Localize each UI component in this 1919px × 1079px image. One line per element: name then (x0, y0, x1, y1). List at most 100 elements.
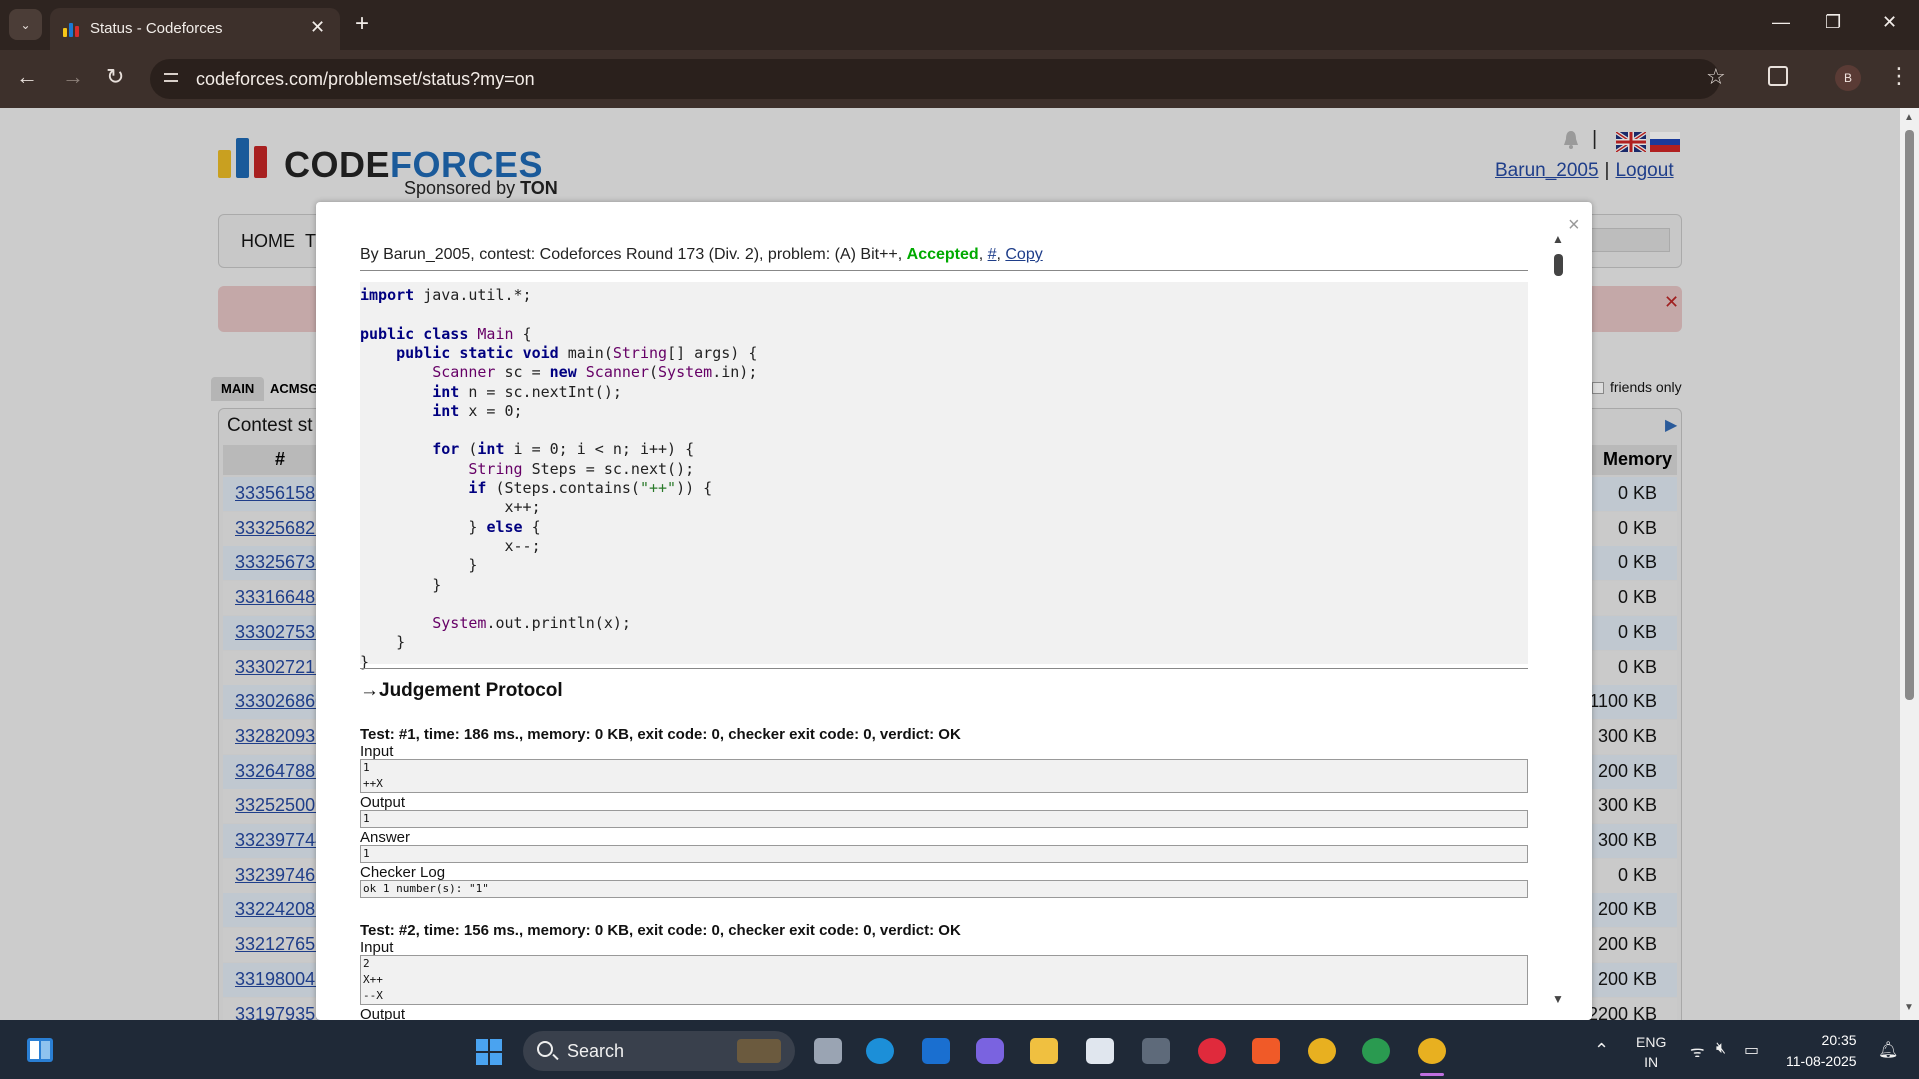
browser-menu-icon[interactable]: ⋮ (1888, 63, 1910, 89)
page-scroll-thumb[interactable] (1905, 130, 1914, 700)
test-1-input[interactable]: 1 ++X (360, 759, 1528, 793)
submission-id-link[interactable]: 331979359 (235, 1004, 325, 1021)
modal-close-icon[interactable]: × (1568, 214, 1580, 237)
restore-button[interactable]: ❐ (1825, 12, 1841, 33)
russian-flag-icon[interactable] (1650, 132, 1680, 152)
submission-id-link[interactable]: 332525009 (235, 795, 325, 816)
edge-browser-icon[interactable] (866, 1038, 894, 1064)
hash-link[interactable]: # (988, 246, 997, 263)
submission-id-link[interactable]: 333561588 (235, 483, 325, 504)
search-icon (537, 1041, 553, 1057)
memory-value: 300 KB (1597, 725, 1657, 746)
close-window-button[interactable]: ✕ (1882, 12, 1897, 33)
submission-id-link[interactable]: 333026860 (235, 691, 325, 712)
site-settings-icon[interactable] (162, 69, 180, 87)
codeforces-logo-icon (218, 138, 270, 178)
chrome-icon[interactable] (1308, 1038, 1336, 1064)
code-line: x--; (360, 536, 541, 555)
code-line: if (Steps.contains("++")) { (468, 479, 713, 497)
notifications-icon[interactable]: 🔔︎ (1878, 1040, 1898, 1060)
copy-link[interactable]: Copy (1005, 246, 1042, 263)
submission-id-link[interactable]: 333256738 (235, 552, 325, 573)
site-search-input[interactable] (1590, 228, 1670, 252)
modal-scrollbar[interactable]: ▲ ▼ (1550, 232, 1566, 1012)
judgement-protocol-title[interactable]: →Judgement Protocol (360, 680, 563, 702)
minimize-button[interactable]: — (1772, 12, 1790, 33)
friends-only-checkbox[interactable]: friends only (1592, 379, 1682, 395)
start-windows-icon[interactable] (475, 1038, 503, 1066)
dev-app-icon[interactable] (1142, 1038, 1170, 1064)
memory-value: 300 KB (1597, 795, 1657, 816)
chrome-active-icon[interactable] (1418, 1038, 1446, 1064)
profile-avatar[interactable]: B (1835, 65, 1861, 91)
clock[interactable]: 20:35 11-08-2025 (1786, 1030, 1857, 1072)
memory-value: 200 KB (1597, 899, 1657, 920)
submission-id-link[interactable]: 333256828 (235, 518, 325, 539)
scroll-up-arrow-icon[interactable]: ▲ (1904, 112, 1914, 123)
battery-icon[interactable]: ▭ (1744, 1040, 1759, 1060)
taskbar-search[interactable]: Search (523, 1031, 795, 1071)
submission-id-link[interactable]: 332397744 (235, 830, 325, 851)
widgets-icon[interactable] (26, 1037, 54, 1063)
submission-modal: × ▲ ▼ By Barun_2005, contest: Codeforces… (316, 202, 1592, 1020)
subtab-main[interactable]: MAIN (211, 377, 265, 401)
test-2-input-label: Input (360, 939, 394, 956)
language-indicator[interactable]: ENG IN (1636, 1032, 1666, 1072)
english-flag-icon[interactable] (1616, 132, 1646, 152)
test-1-answer[interactable]: 1 (360, 845, 1528, 863)
codeforces-favicon-icon (63, 23, 81, 37)
submission-id-link[interactable]: 333166488 (235, 587, 325, 608)
submission-id-link[interactable]: 332397469 (235, 865, 325, 886)
chrome-profile-b-icon[interactable] (1362, 1038, 1390, 1064)
copilot-icon[interactable] (976, 1038, 1004, 1064)
microsoft-store-icon[interactable] (1086, 1038, 1114, 1064)
test-1-output[interactable]: 1 (360, 810, 1528, 828)
reload-icon[interactable]: ↻ (106, 64, 124, 90)
source-code-block[interactable]: import java.util.*; public class Main { p… (360, 282, 1528, 671)
back-arrow-icon[interactable]: ← (16, 64, 38, 90)
memory-value: 200 KB (1597, 968, 1657, 989)
tab-close-icon[interactable]: ✕ (310, 17, 325, 38)
extensions-icon[interactable] (1768, 66, 1788, 86)
username-link[interactable]: Barun_2005 (1495, 160, 1599, 181)
browser-tab[interactable]: Status - Codeforces ✕ (50, 8, 340, 50)
checkbox-icon[interactable] (1592, 382, 1604, 394)
test-1-log-label: Checker Log (360, 864, 446, 881)
address-bar[interactable]: codeforces.com/problemset/status?my=on (150, 59, 1720, 99)
bookmark-star-icon[interactable]: ☆ (1706, 64, 1726, 90)
modal-scroll-thumb[interactable] (1554, 254, 1563, 276)
tray-chevron-icon[interactable]: ⌃ (1594, 1040, 1609, 1061)
url-text[interactable]: codeforces.com/problemset/status?my=on (196, 69, 535, 90)
submission-id-link[interactable]: 333027218 (235, 657, 325, 678)
submission-id-link[interactable]: 332127652 (235, 934, 325, 955)
file-explorer-icon[interactable] (1030, 1038, 1058, 1064)
ai-app-icon[interactable] (922, 1038, 950, 1064)
submission-id-link[interactable]: 332820939 (235, 726, 325, 747)
notification-bell-icon[interactable] (1562, 130, 1580, 150)
new-tab-button[interactable]: + (355, 10, 369, 38)
submission-id-link[interactable]: 332647889 (235, 761, 325, 782)
test-1-checker-log[interactable]: ok 1 number(s): "1" (360, 880, 1528, 898)
submission-id-link[interactable]: 333027530 (235, 622, 325, 643)
media-player-icon[interactable] (1198, 1038, 1226, 1064)
scroll-down-arrow-icon[interactable]: ▼ (1904, 1002, 1914, 1013)
modal-scroll-down-icon[interactable]: ▼ (1552, 992, 1564, 1006)
wifi-icon[interactable]: ᯤ (1690, 1040, 1705, 1062)
volume-muted-icon[interactable]: 🔇︎ (1716, 1040, 1726, 1058)
forward-arrow-icon[interactable]: → (62, 64, 84, 90)
alert-close-icon[interactable]: ✕ (1664, 292, 1679, 313)
test-2-input[interactable]: 2 X++ --X (360, 955, 1528, 1005)
menu-home[interactable]: HOME (241, 231, 295, 252)
modal-scroll-up-icon[interactable]: ▲ (1552, 232, 1564, 246)
task-view-icon[interactable] (814, 1038, 842, 1064)
browser-tab-bar: ⌄ Status - Codeforces ✕ + — ❐ ✕ (0, 0, 1919, 50)
logout-link[interactable]: Logout (1615, 160, 1673, 181)
test-1-output-label: Output (360, 794, 406, 811)
submission-id-link[interactable]: 331980049 (235, 969, 325, 990)
crunchyroll-icon[interactable] (1252, 1038, 1280, 1064)
tab-search-dropdown-icon[interactable]: ⌄ (9, 9, 42, 40)
page-scrollbar[interactable]: ▲ ▼ (1900, 108, 1919, 1020)
submission-id-link[interactable]: 332242089 (235, 899, 325, 920)
next-page-arrow-icon[interactable]: ▶ (1665, 415, 1677, 435)
search-highlight-icon (737, 1039, 781, 1063)
